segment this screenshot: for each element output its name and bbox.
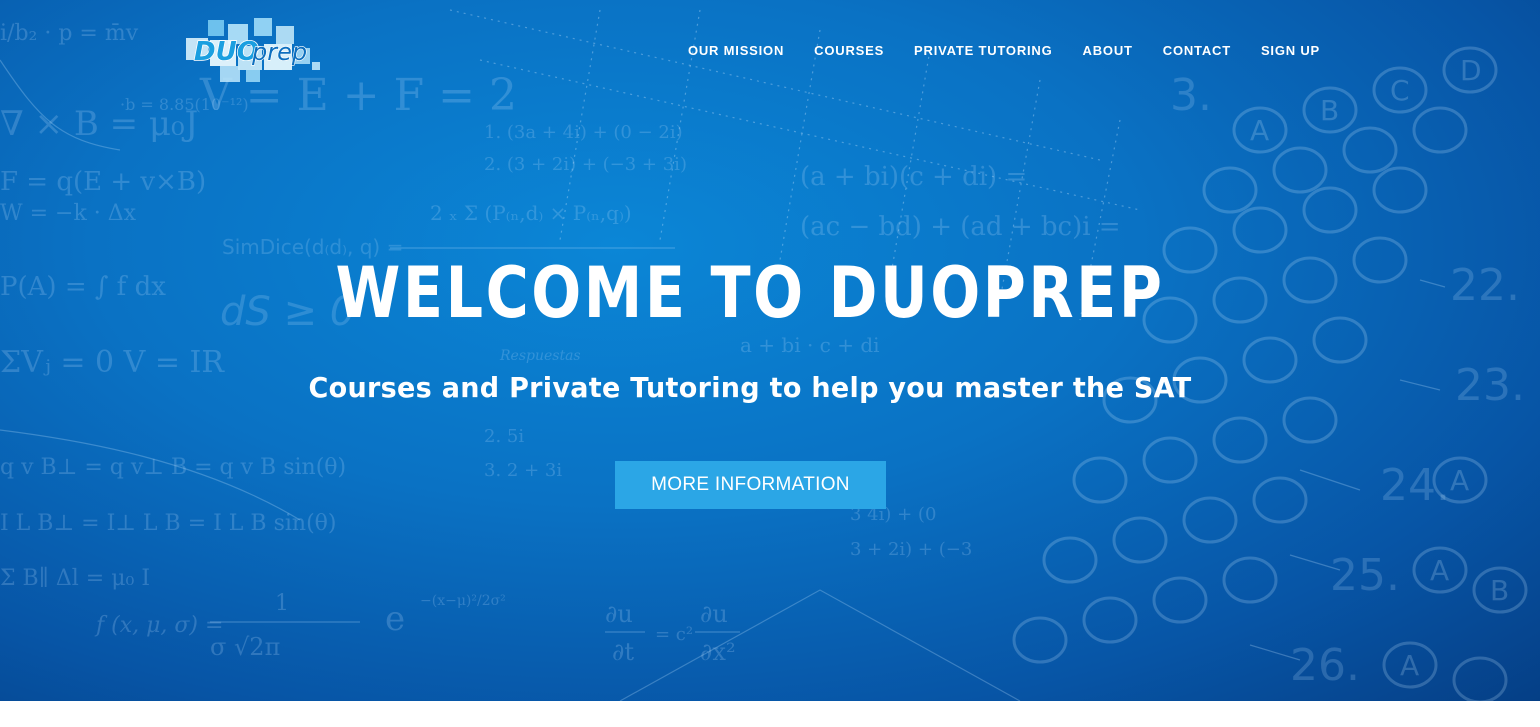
nav-private-tutoring[interactable]: PRIVATE TUTORING — [914, 43, 1052, 58]
svg-text:e: e — [385, 599, 405, 639]
svg-text:−(x−μ)²/2σ²: −(x−μ)²/2σ² — [420, 593, 506, 609]
svg-text:∂u: ∂u — [605, 600, 633, 628]
hero-section: i/b₂ · p = m̄v V = E + F = 2 ·b = 8.85(1… — [0, 0, 1540, 701]
svg-text:1. (3a + 4i) + (0 − 2i): 1. (3a + 4i) + (0 − 2i) — [484, 122, 683, 143]
duoprep-logo[interactable]: DUO prep — [180, 16, 322, 86]
nav-contact[interactable]: CONTACT — [1163, 43, 1231, 58]
svg-text:q v B⊥ = q v⊥ B = q v B sin(θ): q v B⊥ = q v⊥ B = q v B sin(θ) — [0, 455, 346, 480]
svg-text:3.: 3. — [1170, 70, 1212, 121]
svg-text:W = −k · Δx: W = −k · Δx — [0, 201, 137, 226]
svg-text:2. (3 + 2i) + (−3 + 3i): 2. (3 + 2i) + (−3 + 3i) — [484, 154, 687, 175]
svg-text:(a + bi)(c + di) =: (a + bi)(c + di) = — [800, 162, 1027, 192]
hero-subtitle: Courses and Private Tutoring to help you… — [308, 371, 1192, 404]
svg-text:25.: 25. — [1330, 550, 1400, 601]
svg-text:= c²: = c² — [655, 624, 693, 645]
svg-text:F = q(E + v×B): F = q(E + v×B) — [0, 167, 206, 197]
svg-text:A: A — [1400, 649, 1419, 682]
svg-text:I L B⊥ = I⊥ L B = I L B sin(θ): I L B⊥ = I⊥ L B = I L B sin(θ) — [0, 511, 336, 536]
svg-text:i/b₂ · p = m̄v: i/b₂ · p = m̄v — [0, 21, 139, 46]
svg-text:A: A — [1450, 464, 1469, 497]
svg-text:3 + 2i) + (−3: 3 + 2i) + (−3 — [850, 539, 972, 560]
svg-text:B: B — [1490, 574, 1509, 607]
svg-text:∂t: ∂t — [612, 638, 634, 666]
svg-text:∂u: ∂u — [700, 600, 728, 628]
logo-duo-text: DUO — [194, 37, 259, 67]
nav-courses[interactable]: COURSES — [814, 43, 884, 58]
svg-text:D: D — [1460, 54, 1482, 87]
math-background-image: i/b₂ · p = m̄v V = E + F = 2 ·b = 8.85(1… — [0, 9, 1528, 701]
svg-text:f (x, μ, σ) =: f (x, μ, σ) = — [94, 613, 223, 638]
svg-text:A: A — [1250, 114, 1269, 147]
svg-text:Respuestas: Respuestas — [499, 348, 581, 364]
svg-text:26.: 26. — [1290, 640, 1360, 691]
svg-text:22.: 22. — [1450, 260, 1520, 311]
main-nav: OUR MISSION COURSES PRIVATE TUTORING ABO… — [658, 43, 1320, 58]
svg-text:B: B — [1320, 94, 1339, 127]
svg-text:∂x²: ∂x² — [700, 638, 736, 666]
svg-text:Σ B∥ Δl = μ₀ I: Σ B∥ Δl = μ₀ I — [0, 566, 150, 591]
svg-text:2. 5i: 2. 5i — [484, 426, 524, 447]
svg-text:A: A — [1430, 554, 1449, 587]
left-equations: i/b₂ · p = m̄v V = E + F = 2 ·b = 8.85(1… — [0, 21, 517, 661]
nav-our-mission[interactable]: OUR MISSION — [688, 43, 784, 58]
svg-text:3. 2 + 3i: 3. 2 + 3i — [484, 460, 562, 481]
logo-prep-text: prep — [251, 38, 307, 66]
nav-about[interactable]: ABOUT — [1083, 43, 1133, 58]
nav-sign-up[interactable]: SIGN UP — [1261, 43, 1320, 58]
svg-text:1: 1 — [275, 591, 289, 616]
svg-text:a + bi · c + di: a + bi · c + di — [740, 333, 880, 357]
middle-equations: 1. (3a + 4i) + (0 − 2i) 2. (3 + 2i) + (−… — [390, 122, 1121, 701]
svg-text:∇ × B = μ₀J: ∇ × B = μ₀J — [0, 104, 198, 144]
svg-text:σ √2π: σ √2π — [210, 633, 280, 661]
svg-text:C: C — [1390, 74, 1410, 107]
svg-text:(ac − bd) + (ad + bc)i =: (ac − bd) + (ad + bc)i = — [800, 212, 1121, 242]
svg-text:2 ₓ Σ (P₍ₙ,d₎ × P₍ₙ,q₎): 2 ₓ Σ (P₍ₙ,d₎ × P₍ₙ,q₎) — [430, 201, 632, 225]
more-information-button[interactable]: MORE INFORMATION — [615, 461, 886, 509]
hero-title: WELCOME TO DUOPREP — [335, 252, 1165, 334]
